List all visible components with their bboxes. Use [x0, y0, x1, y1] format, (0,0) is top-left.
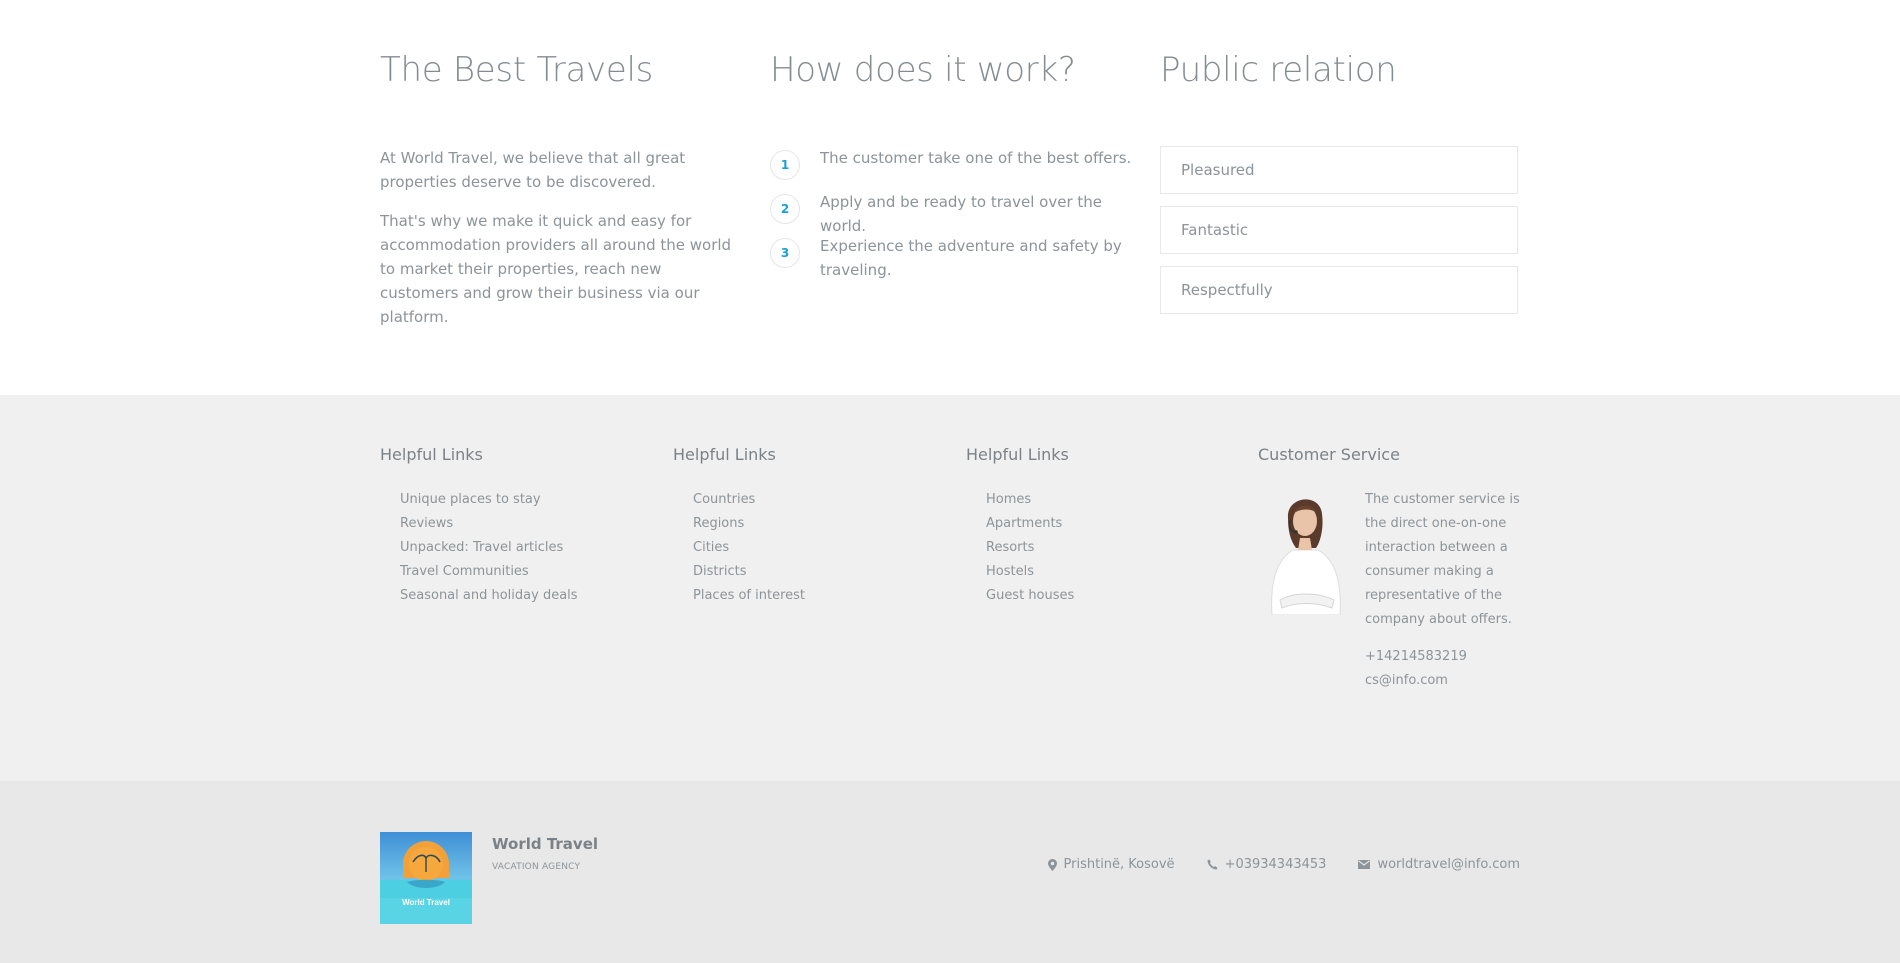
- brand-name[interactable]: World Travel: [492, 835, 598, 853]
- public-relation-item-fantastic[interactable]: Fantastic: [1160, 206, 1518, 254]
- footer-link-list: Countries Regions Cities Districts Place…: [693, 488, 805, 608]
- footer-column-title: Helpful Links: [966, 445, 1069, 464]
- how-it-works-title: How does it work?: [770, 50, 1076, 90]
- customer-service-description: The customer service is the direct one-o…: [1365, 492, 1520, 627]
- best-travels-title: The Best Travels: [380, 50, 654, 90]
- location-item: Prishtinë, Kosovë: [1047, 857, 1175, 872]
- location-text: Prishtinë, Kosovë: [1063, 857, 1175, 872]
- customer-service-contact: +14214583219 cs@info.com: [1365, 645, 1467, 693]
- bottom-bar: World Travel World Travel VACATION AGENC…: [0, 781, 1900, 963]
- step-number-badge: 1: [770, 150, 800, 180]
- brand-tagline: VACATION AGENCY: [492, 862, 581, 872]
- step-text: Apply and be ready to travel over the wo…: [820, 193, 1102, 235]
- footer-column-title: Helpful Links: [380, 445, 483, 464]
- step-text: Experience the adventure and safety by t…: [820, 237, 1122, 279]
- footer-link[interactable]: Homes: [986, 488, 1074, 512]
- footer-link[interactable]: Travel Communities: [400, 560, 578, 584]
- footer-link[interactable]: Seasonal and holiday deals: [400, 584, 578, 608]
- customer-service-email[interactable]: cs@info.com: [1365, 669, 1467, 693]
- footer-link[interactable]: Countries: [693, 488, 805, 512]
- footer-link[interactable]: Places of interest: [693, 584, 805, 608]
- step-number-badge: 2: [770, 194, 800, 224]
- email-text[interactable]: worldtravel@info.com: [1377, 857, 1520, 872]
- footer-column-title: Helpful Links: [673, 445, 776, 464]
- phone-icon: [1207, 859, 1218, 870]
- footer-link[interactable]: Districts: [693, 560, 805, 584]
- step-text: The customer take one of the best offers…: [820, 149, 1132, 167]
- best-travels-paragraph-2: That's why we make it quick and easy for…: [380, 212, 732, 326]
- footer-link[interactable]: Cities: [693, 536, 805, 560]
- footer-link[interactable]: Resorts: [986, 536, 1074, 560]
- public-relation-title: Public relation: [1160, 50, 1397, 90]
- footer-link[interactable]: Hostels: [986, 560, 1074, 584]
- bottom-contact-row: Prishtinë, Kosovë +03934343453 worldtrav…: [1016, 857, 1520, 872]
- public-relation-item-respectfully[interactable]: Respectfully: [1160, 266, 1518, 314]
- envelope-icon: [1358, 860, 1371, 869]
- footer-link[interactable]: Unique places to stay: [400, 488, 578, 512]
- best-travels-paragraph-1: At World Travel, we believe that all gre…: [380, 149, 686, 191]
- footer-links-section: Helpful Links Unique places to stay Revi…: [0, 395, 1900, 781]
- footer-link[interactable]: Apartments: [986, 512, 1074, 536]
- footer-link[interactable]: Reviews: [400, 512, 578, 536]
- map-marker-icon: [1047, 858, 1057, 871]
- phone-text[interactable]: +03934343453: [1225, 857, 1327, 872]
- footer-link-list: Unique places to stay Reviews Unpacked: …: [400, 488, 578, 608]
- phone-item[interactable]: +03934343453: [1207, 857, 1327, 872]
- footer-link[interactable]: Guest houses: [986, 584, 1074, 608]
- logo-text: World Travel: [402, 898, 450, 907]
- customer-service-agent-image: [1258, 488, 1353, 615]
- footer-link[interactable]: Unpacked: Travel articles: [400, 536, 578, 560]
- email-item[interactable]: worldtravel@info.com: [1358, 857, 1520, 872]
- customer-service-title: Customer Service: [1258, 445, 1400, 464]
- step-number-badge: 3: [770, 238, 800, 268]
- footer-link[interactable]: Regions: [693, 512, 805, 536]
- world-travel-logo[interactable]: World Travel: [380, 832, 472, 924]
- footer-link-list: Homes Apartments Resorts Hostels Guest h…: [986, 488, 1074, 608]
- public-relation-item-pleasured[interactable]: Pleasured: [1160, 146, 1518, 194]
- intro-section: The Best Travels At World Travel, we bel…: [0, 0, 1900, 395]
- customer-service-phone[interactable]: +14214583219: [1365, 645, 1467, 669]
